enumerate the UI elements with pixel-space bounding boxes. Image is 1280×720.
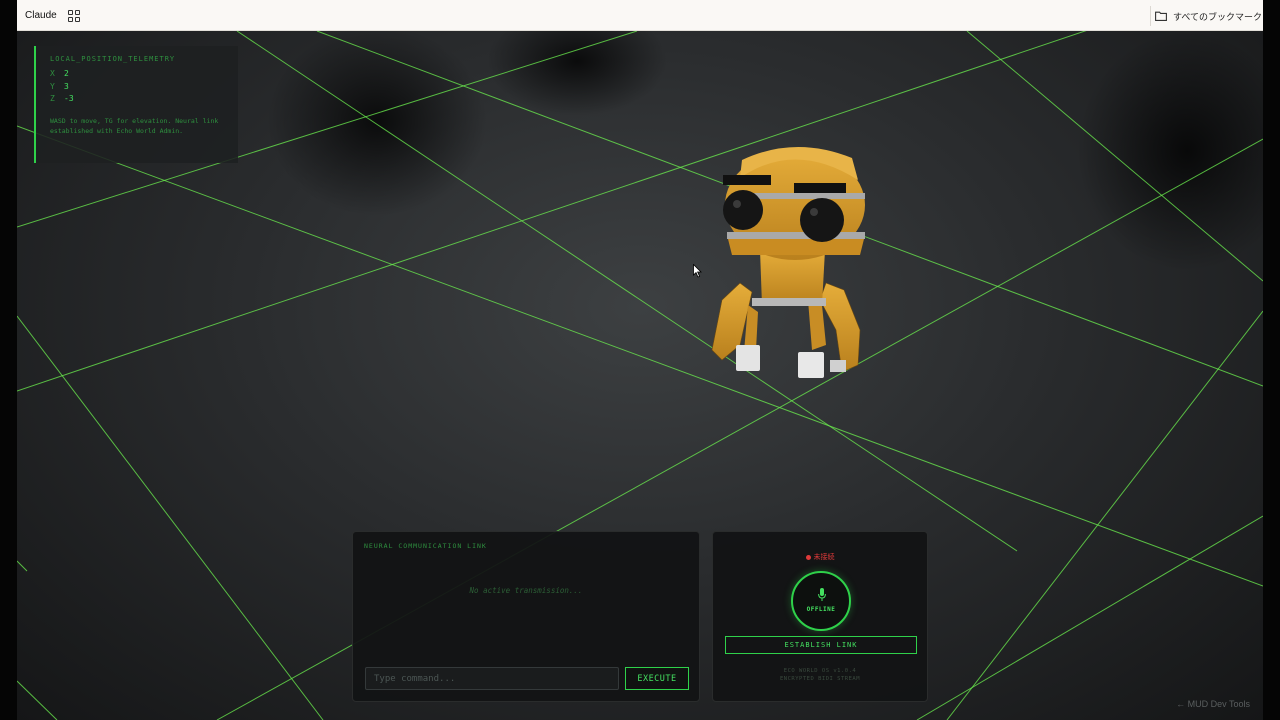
establish-link-button[interactable]: ESTABLISH LINK [725,636,917,654]
telemetry-z-row: Z -3 [50,94,238,107]
bookmarks-bar: Claude すべてのブックマーク [0,0,1280,31]
mouse-cursor-icon [693,264,702,278]
neural-communication-panel: NEURAL COMMUNICATION LINK No active tran… [352,531,700,702]
connection-status: 未接続 [713,552,927,562]
robot-avatar[interactable] [711,146,865,378]
bookmark-claude[interactable]: Claude [18,6,64,26]
background-shadow [1077,31,1263,271]
all-bookmarks-button[interactable]: すべてのブックマーク [1149,6,1270,26]
command-input[interactable] [365,667,619,690]
execute-button[interactable]: EXECUTE [625,667,689,690]
controls-help-text: WASD to move, TG for elevation. Neural l… [50,116,219,136]
status-dot-icon [805,554,811,560]
dev-tools-link[interactable]: ← MUD Dev Tools [1176,699,1250,709]
voice-link-panel: 未接続 OFFLINE ESTABLISH LINK ECO WORLD OS … [712,531,928,702]
transmission-empty-state: No active transmission... [469,586,583,595]
folder-icon [1155,11,1167,21]
z-axis-label: Z [50,94,55,103]
microphone-button[interactable]: OFFLINE [791,571,851,631]
apps-grid-icon[interactable] [68,10,80,22]
telemetry-y-row: Y 3 [50,82,238,95]
connection-status-text: 未接続 [813,553,835,561]
microphone-icon [818,588,826,601]
all-bookmarks-label: すべてのブックマーク [1172,12,1262,23]
y-axis-label: Y [50,81,55,91]
telemetry-title: LOCAL_POSITION_TELEMETRY [50,55,176,63]
y-value: 3 [64,81,69,91]
telemetry-x-row: X 2 [50,69,238,82]
position-telemetry-panel: LOCAL_POSITION_TELEMETRY X 2 Y 3 Z -3 WA… [34,46,238,163]
comm-panel-title: NEURAL COMMUNICATION LINK [364,542,487,550]
z-value: -3 [64,94,74,103]
stream-info-line: ENCRYPTED BIDI STREAM [779,676,861,682]
os-version-info: ECO WORLD OS v1.0.4 ENCRYPTED BIDI STREA… [713,667,927,683]
left-border [0,0,17,720]
os-version-line: ECO WORLD OS v1.0.4 [783,668,857,674]
background-shadow [487,31,667,116]
right-border [1263,0,1280,720]
x-value: 2 [64,69,69,78]
background-shadow [267,31,487,216]
mic-status-label: OFFLINE [806,606,836,613]
x-axis-label: X [50,69,55,78]
